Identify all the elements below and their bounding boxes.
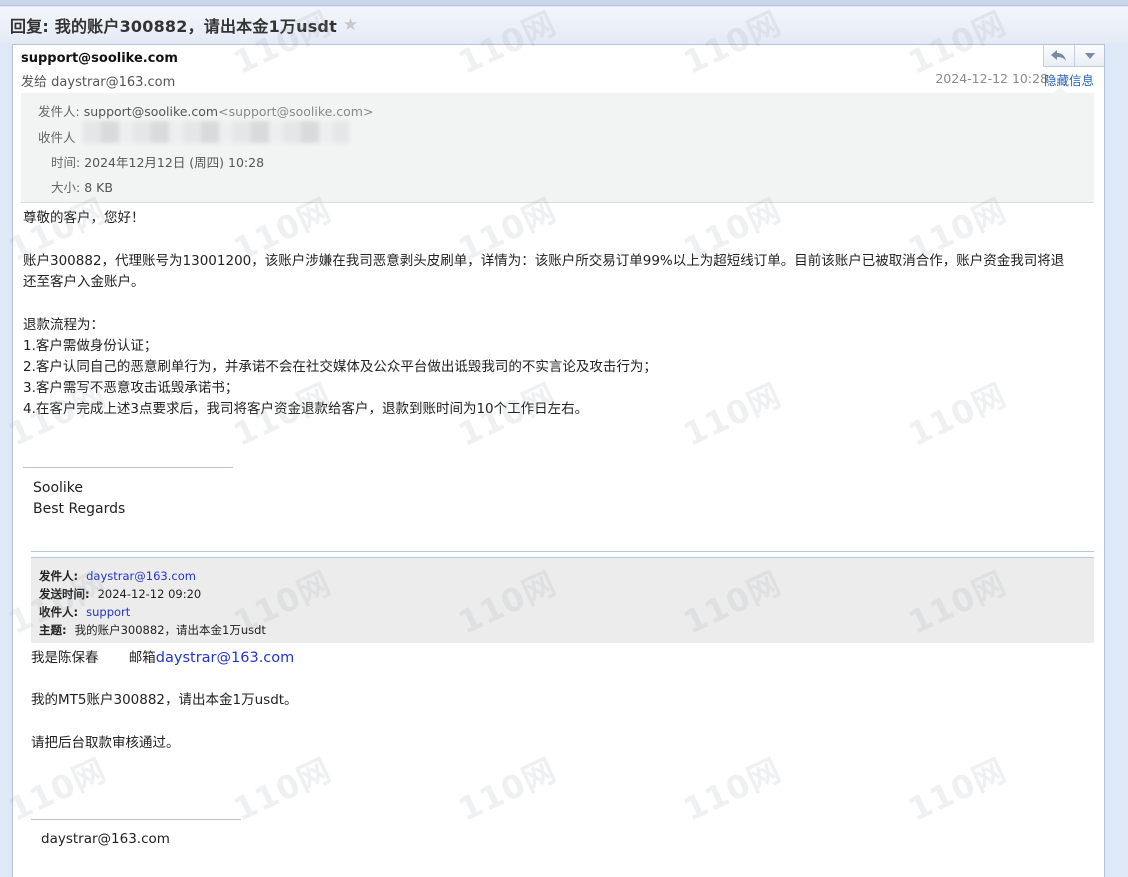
greeting: 尊敬的客户，您好！ [23,210,145,226]
quoted-header-box: 发件人: daystrar@163.com 发送时间: 2024-12-12 09:… [31,557,1094,643]
window-top-strip [0,0,1128,6]
chevron-down-icon [1084,52,1095,59]
meta-sender-row: 发件人: support@soolike.com<support@soolike… [38,101,373,120]
reply-icon [1051,49,1066,61]
quoted-line1: 我是陈保春 邮箱daystrar@163.com [31,646,294,666]
process-step: 1.客户需做身份认证； [23,338,158,354]
meta-size-value: 8 KB [84,180,113,195]
quoted-to-row: 收件人: support [39,604,130,620]
meta-time-label: 时间: [51,155,81,170]
subject-bar: 回复: 我的账户300882，请出本金1万usdt ★ [0,7,1128,43]
email-subject: 回复: 我的账户300882，请出本金1万usdt [10,17,337,36]
signature-divider [23,467,233,468]
quoted-signature: daystrar@163.com [41,831,170,847]
process-step: 4.在客户完成上述3点要求后，我司将客户资金退款给客户，退款到账时间为10个工作… [23,401,589,417]
quoted-from-label: 发件人: [39,569,79,583]
email-meta-box: 发件人: support@soolike.com<support@soolike… [21,93,1094,203]
scrollbar-track[interactable] [1116,44,1128,877]
quoted-mail-label: 邮箱 [128,650,156,666]
body-paragraph-line1: 账户300882，代理账号为13001200，该账户涉嫌在我司恶意剥头皮刷单，详… [23,253,1065,269]
more-button[interactable] [1074,45,1104,66]
quoted-signature-divider [31,819,241,820]
sender-address: support@soolike.com [21,51,178,66]
meta-sender-angle: <support@soolike.com> [218,104,374,119]
meta-size-row: 大小: 8 KB [51,177,113,196]
process-step: 3.客户需写不恶意攻击诋毁承诺书； [23,380,239,396]
quoted-line3: 请把后台取款审核通过。 [31,735,180,751]
signature-regards: Best Regards [33,501,126,517]
meta-recipient-label: 收件人 [38,130,76,145]
meta-time-value: 2024年12月12日 (周四) 10:28 [84,155,265,170]
quoted-sent-label: 发送时间: [39,587,90,601]
redacted-recipient [83,121,349,143]
meta-sender-label: 发件人: [38,104,80,119]
quoted-line2: 我的MT5账户300882，请出本金1万usdt。 [31,692,298,708]
meta-recipient-row: 收件人 [38,127,76,146]
quoted-to-link[interactable]: support [86,605,130,619]
quoted-from-link[interactable]: daystrar@163.com [86,569,196,583]
quoted-subject-label: 主题: [39,623,67,637]
quoted-sent-value: 2024-12-12 09:20 [97,587,202,601]
reply-button-group [1043,45,1104,67]
quoted-mail-link[interactable]: daystrar@163.com [156,650,294,666]
star-icon[interactable]: ★ [343,15,358,35]
quoted-from-row: 发件人: daystrar@163.com [39,568,196,584]
email-date: 2024-12-12 10:28 [935,71,1048,86]
recipient-label: 发给 [21,75,48,90]
meta-size-label: 大小: [51,180,81,195]
recipient-line: 发给 daystrar@163.com [21,71,175,90]
quoted-to-label: 收件人: [39,605,79,619]
hide-info-link[interactable]: 隐藏信息 [1044,70,1094,89]
process-step: 2.客户认同自己的恶意刷单行为，并承诺不会在社交媒体及公众平台做出诋毁我司的不实… [23,359,657,375]
quoted-sent-row: 发送时间: 2024-12-12 09:20 [39,586,201,602]
meta-time-row: 时间: 2024年12月12日 (周四) 10:28 [51,152,264,171]
recipient-address: daystrar@163.com [51,75,176,90]
process-title: 退款流程为： [23,317,104,333]
meta-sender-value: support@soolike.com [83,104,219,119]
quoted-subject-value: 我的账户300882，请出本金1万usdt [74,623,266,637]
quoted-name: 我是陈保春 [31,650,99,666]
signature-name: Soolike [33,480,84,496]
quoted-subject-row: 主题: 我的账户300882，请出本金1万usdt [39,622,266,638]
quote-divider [31,551,1094,552]
body-paragraph-line2: 还至客户入金账户。 [23,274,145,290]
reply-button[interactable] [1044,45,1074,66]
email-panel: support@soolike.com 发给 daystrar@163.com … [12,44,1105,877]
